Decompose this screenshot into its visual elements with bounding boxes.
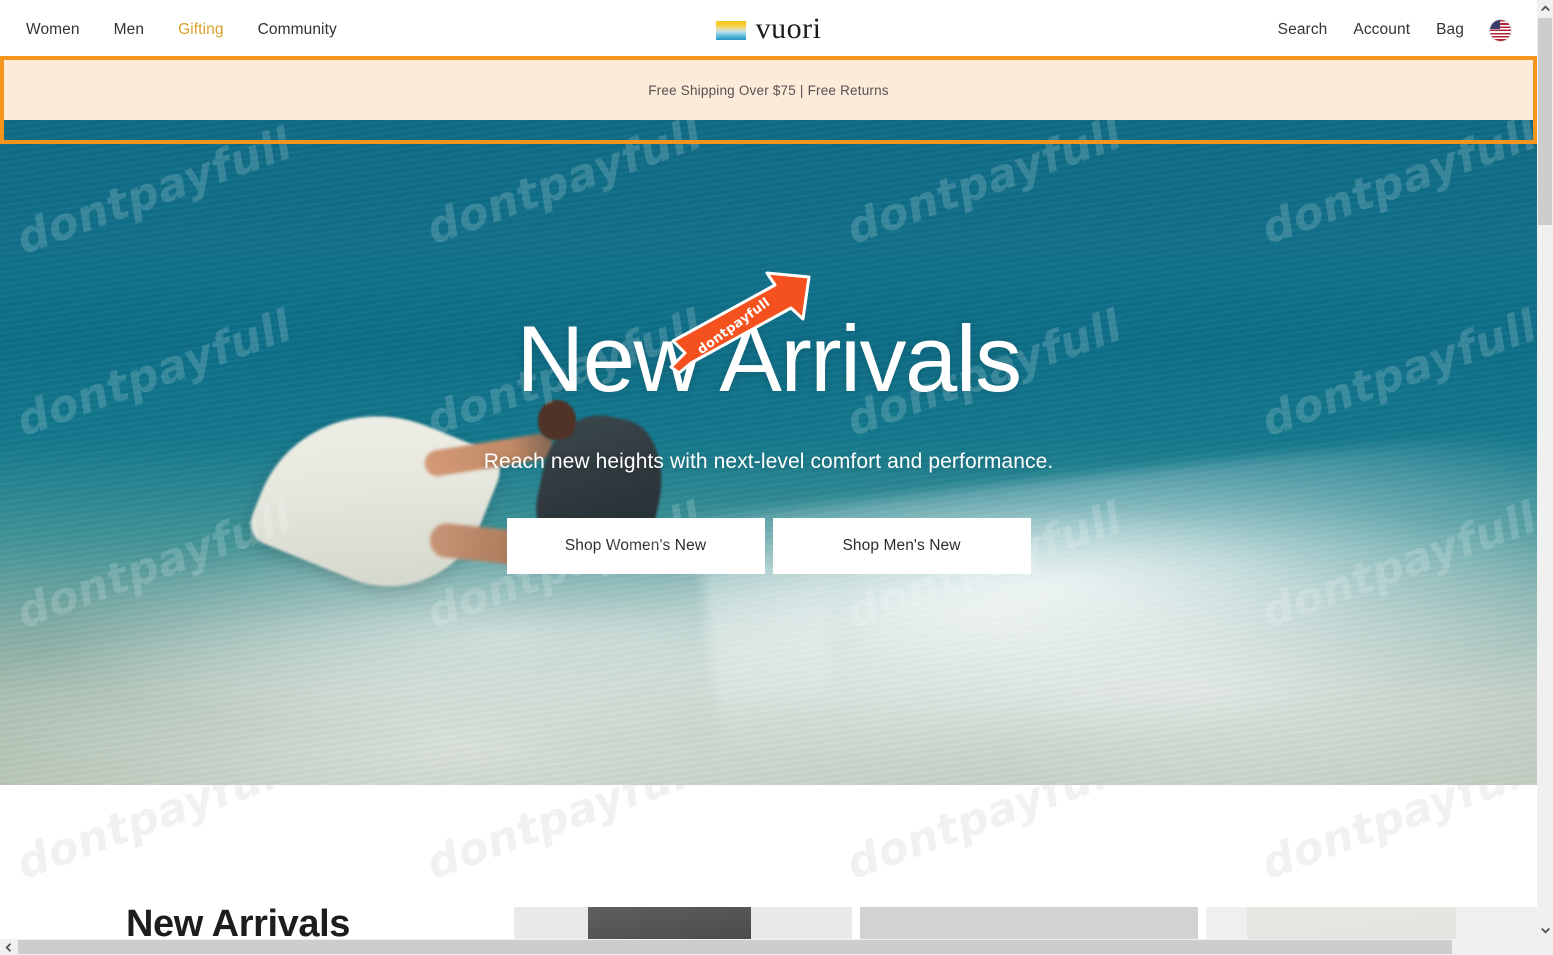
announcement-bar-wrapper: Free Shipping Over $75 | Free Returns xyxy=(0,60,1537,120)
bag-link[interactable]: Bag xyxy=(1436,21,1464,39)
nav-item-men[interactable]: Men xyxy=(114,21,144,39)
vertical-scrollbar[interactable] xyxy=(1537,0,1553,939)
hero-title: New Arrivals xyxy=(516,306,1022,411)
nav-item-community[interactable]: Community xyxy=(258,21,337,39)
product-image xyxy=(1246,907,1457,939)
watermark: dontpayfull xyxy=(9,785,299,890)
flag-canton xyxy=(1490,19,1500,29)
watermark: dontpayfull xyxy=(419,785,709,890)
hero-cta-group: Shop Women's New Shop Men's New xyxy=(506,518,1031,574)
product-image xyxy=(588,907,751,939)
new-arrivals-section: dontpayfull dontpayfull dontpayfull dont… xyxy=(0,785,1537,939)
hero-content: New Arrivals Reach new heights with next… xyxy=(0,120,1537,785)
scroll-up-button[interactable] xyxy=(1537,0,1553,17)
us-flag-icon[interactable] xyxy=(1490,19,1511,41)
product-card[interactable] xyxy=(1206,907,1537,939)
vuori-gradient-bars-icon xyxy=(715,20,746,40)
nav-item-women[interactable]: Women xyxy=(26,21,80,39)
vertical-scrollbar-thumb[interactable] xyxy=(1538,18,1552,225)
chevron-left-icon xyxy=(5,942,12,952)
page-viewport: Women Men Gifting Community vuori Search… xyxy=(0,0,1537,939)
top-navigation-bar: Women Men Gifting Community vuori Search… xyxy=(0,0,1537,60)
horizontal-scrollbar-thumb[interactable] xyxy=(18,940,1452,954)
primary-nav: Women Men Gifting Community xyxy=(26,21,337,39)
site-logo[interactable]: vuori xyxy=(715,12,822,45)
watermark: dontpayfull xyxy=(1254,785,1537,890)
scrollbar-corner xyxy=(1537,939,1553,955)
shop-womens-new-button[interactable]: Shop Women's New xyxy=(506,518,765,574)
section-title-new-arrivals: New Arrivals xyxy=(126,903,351,939)
product-card[interactable] xyxy=(514,907,852,939)
search-link[interactable]: Search xyxy=(1278,21,1328,39)
scroll-down-button[interactable] xyxy=(1537,922,1553,939)
account-link[interactable]: Account xyxy=(1353,21,1410,39)
brand-wordmark: vuori xyxy=(755,12,822,45)
nav-item-gifting[interactable]: Gifting xyxy=(178,21,224,39)
horizontal-scrollbar[interactable] xyxy=(0,939,1553,955)
chevron-down-icon xyxy=(1540,927,1550,934)
utility-nav: Search Account Bag xyxy=(1278,19,1511,41)
hero-banner: New Arrivals Reach new heights with next… xyxy=(0,120,1537,785)
hero-subtitle: Reach new heights with next-level comfor… xyxy=(483,450,1054,473)
announcement-text: Free Shipping Over $75 | Free Returns xyxy=(648,82,889,98)
product-carousel[interactable] xyxy=(514,907,1537,939)
shop-mens-new-button[interactable]: Shop Men's New xyxy=(772,518,1031,574)
announcement-bar[interactable]: Free Shipping Over $75 | Free Returns xyxy=(0,60,1537,120)
product-card[interactable] xyxy=(860,907,1198,939)
scroll-left-button[interactable] xyxy=(0,939,17,955)
browser-page: Women Men Gifting Community vuori Search… xyxy=(0,0,1553,955)
chevron-up-icon xyxy=(1540,5,1550,12)
watermark: dontpayfull xyxy=(839,785,1129,890)
